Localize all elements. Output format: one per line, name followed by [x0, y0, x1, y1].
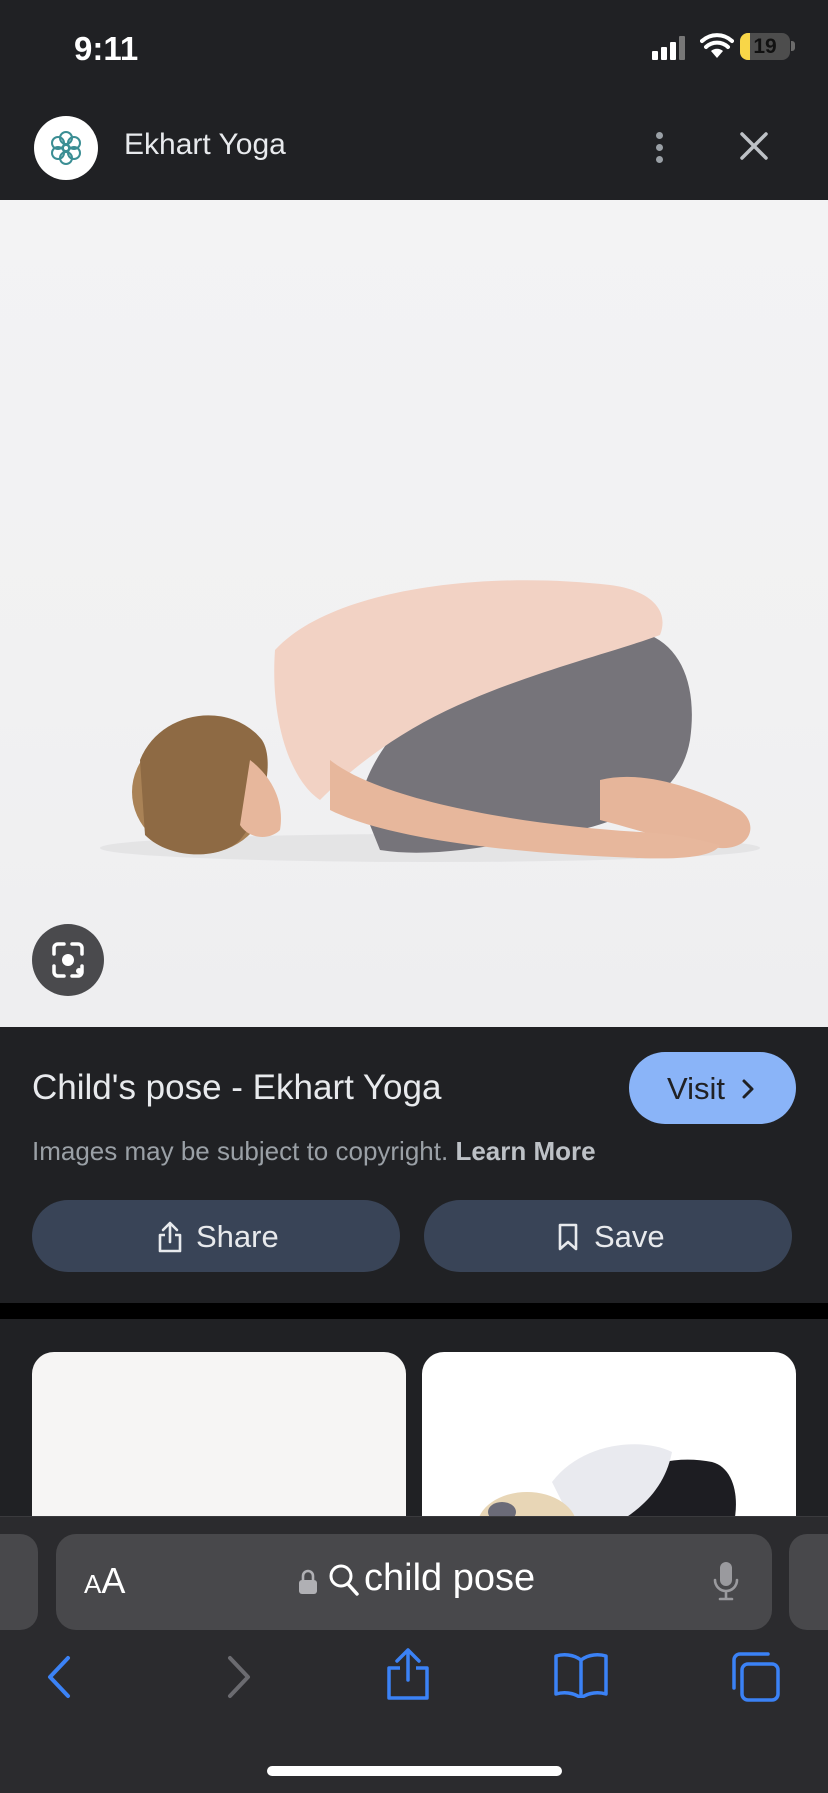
share-sheet-icon[interactable]	[384, 1646, 432, 1702]
aa-small: A	[84, 1569, 102, 1599]
bookmarks-icon[interactable]	[553, 1652, 609, 1698]
site-name[interactable]: Ekhart Yoga	[124, 128, 286, 162]
chevron-right-icon	[742, 1079, 754, 1099]
site-logo-icon[interactable]	[34, 116, 98, 180]
forward-icon[interactable]	[222, 1652, 256, 1702]
aa-large: A	[101, 1560, 126, 1601]
save-button[interactable]: Save	[424, 1200, 792, 1272]
status-time: 9:11	[74, 30, 139, 67]
visit-label: Visit	[667, 1071, 726, 1106]
back-icon[interactable]	[42, 1652, 76, 1702]
share-icon	[158, 1221, 182, 1253]
lock-icon	[299, 1569, 317, 1594]
visit-button[interactable]: Visit	[629, 1052, 796, 1124]
search-icon	[329, 1564, 359, 1596]
hero-image[interactable]	[0, 200, 828, 1027]
result-title[interactable]: Child's pose - Ekhart Yoga	[32, 1068, 441, 1108]
copyright-notice: Images may be subject to copyright. Lear…	[32, 1136, 596, 1167]
battery-tip	[791, 41, 795, 51]
share-button[interactable]: Share	[32, 1200, 400, 1272]
battery-percentage: 19	[753, 35, 777, 58]
wifi-icon	[700, 33, 734, 58]
address-bar-query[interactable]: child pose	[364, 1557, 535, 1600]
signal-icon	[652, 36, 688, 60]
previous-tab-edge[interactable]	[0, 1534, 38, 1630]
section-divider	[0, 1303, 828, 1319]
learn-more-link[interactable]: Learn More	[455, 1136, 595, 1166]
reader-settings-button[interactable]: AA	[84, 1560, 125, 1602]
bookmark-icon	[558, 1223, 578, 1251]
lens-icon[interactable]	[32, 924, 104, 996]
mic-icon[interactable]	[712, 1560, 740, 1602]
tabs-icon[interactable]	[728, 1650, 782, 1704]
battery-icon: 19	[740, 33, 790, 60]
save-label: Save	[594, 1219, 665, 1254]
copyright-text: Images may be subject to copyright.	[32, 1136, 449, 1166]
next-tab-edge[interactable]	[789, 1534, 828, 1630]
more-vert-icon[interactable]	[648, 128, 672, 168]
close-icon[interactable]	[736, 128, 772, 164]
home-indicator	[267, 1766, 562, 1776]
share-label: Share	[196, 1219, 279, 1254]
